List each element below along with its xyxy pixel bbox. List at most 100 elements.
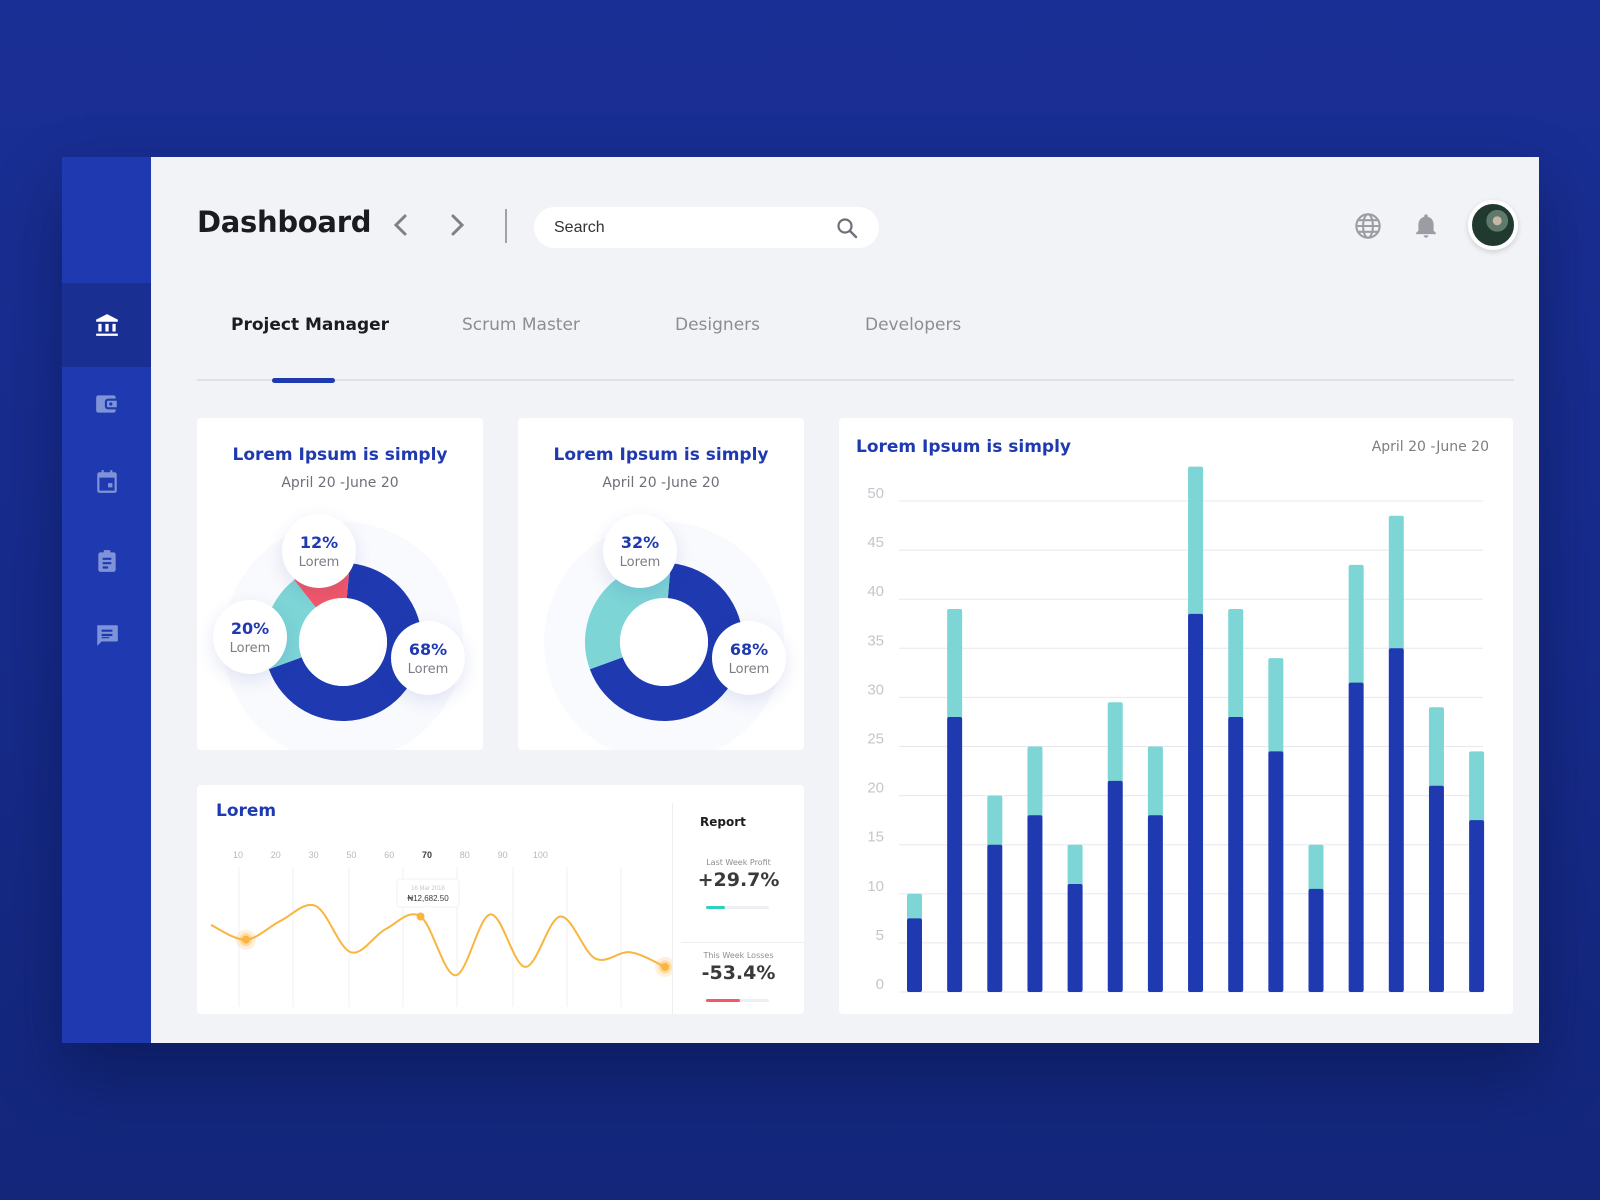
x-tick-label: 70 xyxy=(422,850,432,860)
x-tick-label: 80 xyxy=(460,850,470,860)
loss-progress-fill xyxy=(706,999,740,1002)
y-tick-label: 10 xyxy=(867,878,884,895)
bar-segment-top xyxy=(1388,515,1404,651)
bubble-percent: 68% xyxy=(408,639,448,659)
x-tick-label: 10 xyxy=(233,850,243,860)
report-title: Report xyxy=(700,815,746,829)
bar-segment-base xyxy=(987,844,1003,992)
donut-chart-1 xyxy=(223,522,463,750)
bubble-percent: 68% xyxy=(729,639,769,659)
x-tick-label: 30 xyxy=(309,850,319,860)
y-tick-label: 40 xyxy=(867,583,884,600)
bubble-percent: 20% xyxy=(230,618,270,638)
tab-bar: Project Manager Scrum Master Designers D… xyxy=(197,315,1514,383)
bubble-label: Lorem xyxy=(728,661,770,677)
x-tick-label: 100 xyxy=(533,850,548,860)
app-window: Dashboard Project Manager Scrum Master D… xyxy=(62,157,1539,1043)
search-box[interactable] xyxy=(534,207,879,248)
wallet-icon xyxy=(95,395,117,413)
bar-segment-top xyxy=(1308,844,1324,891)
bubble-percent: 12% xyxy=(299,532,339,552)
bar-segment-top xyxy=(947,609,963,720)
bar-segment-top xyxy=(1348,564,1364,685)
bell-icon[interactable] xyxy=(1412,212,1440,240)
bar-segment-base xyxy=(1308,888,1324,992)
header-divider xyxy=(505,209,507,243)
tooltip-value: ₦12,682.50 xyxy=(407,894,449,903)
bar-segment-top xyxy=(1188,466,1204,616)
y-tick-label: 20 xyxy=(867,780,884,797)
y-tick-label: 0 xyxy=(876,976,884,993)
profit-progress xyxy=(706,906,769,909)
tooltip-pointer xyxy=(423,907,431,911)
back-arrow-icon[interactable] xyxy=(389,211,413,239)
chart-tooltip: 16 Mar 2018 ₦12,682.50 xyxy=(396,878,460,911)
donut1-bubble-2: 20% Lorem xyxy=(213,600,287,674)
bar-segment-top xyxy=(1428,707,1444,788)
line-chart: 10 20 30 50 60 70 80 90 100 16 Mar 2018 ₦12,682.50 xyxy=(210,850,672,1007)
donut1-bubble-1: 12% Lorem xyxy=(282,514,356,588)
bubble-label: Lorem xyxy=(229,640,271,656)
bar-segment-base xyxy=(1107,780,1123,992)
bubble-label: Lorem xyxy=(298,554,340,570)
loss-label: This Week Losses xyxy=(703,951,774,960)
sidebar-item-chat[interactable] xyxy=(62,593,151,677)
y-tick-label: 45 xyxy=(867,534,884,551)
bar-segment-base xyxy=(1388,648,1404,992)
tab-designers[interactable]: Designers xyxy=(675,315,760,335)
calendar-icon xyxy=(96,470,117,493)
data-point[interactable] xyxy=(416,912,425,921)
line-series xyxy=(210,903,666,977)
tab-project-manager[interactable]: Project Manager xyxy=(231,315,389,335)
forward-arrow-icon[interactable] xyxy=(445,211,469,239)
x-tick-label: 90 xyxy=(498,850,508,860)
user-avatar[interactable] xyxy=(1468,200,1518,250)
donut2-bubble-1: 32% Lorem xyxy=(603,514,677,588)
sidebar-item-calendar[interactable] xyxy=(62,440,151,524)
report-panel: Report Last Week Profit +29.7% This Week… xyxy=(672,803,805,1014)
bar-segment-base xyxy=(907,918,922,992)
y-tick-label: 15 xyxy=(867,829,884,846)
sidebar-item-clipboard[interactable] xyxy=(62,519,151,603)
bar-segment-base xyxy=(1147,815,1163,992)
bar-segment-base xyxy=(1027,815,1043,992)
bar-segment-base xyxy=(1268,751,1284,992)
bank-icon xyxy=(95,314,118,336)
y-tick-label: 35 xyxy=(867,632,884,649)
search-input[interactable] xyxy=(554,218,835,237)
bar-segment-top xyxy=(1067,844,1083,886)
y-tick-label: 30 xyxy=(867,681,884,698)
bar-segment-base xyxy=(947,717,963,992)
bar-segment-top xyxy=(987,795,1003,847)
bar-segment-base xyxy=(1067,883,1083,992)
sidebar-item-wallet[interactable] xyxy=(62,362,151,446)
loss-value: -53.4% xyxy=(701,962,776,984)
profit-value: +29.7% xyxy=(697,869,780,891)
tab-scrum-master[interactable]: Scrum Master xyxy=(462,315,580,335)
bubble-label: Lorem xyxy=(619,554,661,570)
tab-developers[interactable]: Developers xyxy=(865,315,961,335)
profit-label: Last Week Profit xyxy=(706,858,771,867)
x-tick-label: 50 xyxy=(346,850,356,860)
bar-segment-top xyxy=(907,893,922,921)
bar-segment-base xyxy=(1228,717,1244,992)
sidebar xyxy=(62,157,151,1043)
bar-segment-top xyxy=(1107,702,1123,783)
profit-progress-fill xyxy=(706,906,725,909)
y-tick-label: 25 xyxy=(867,731,884,748)
clipboard-icon xyxy=(97,550,116,572)
data-point[interactable] xyxy=(661,962,669,971)
sidebar-item-bank[interactable] xyxy=(62,283,151,367)
x-tick-label: 20 xyxy=(271,850,281,860)
bar-segment-top xyxy=(1469,751,1485,823)
bar-segment-base xyxy=(1188,613,1204,992)
bar-segment-top xyxy=(1268,658,1284,754)
active-tab-indicator xyxy=(272,378,335,383)
donut2-bubble-2: 68% Lorem xyxy=(712,621,786,695)
globe-icon[interactable] xyxy=(1354,212,1382,240)
data-point[interactable] xyxy=(241,935,250,944)
bar-segment-base xyxy=(1428,785,1444,992)
bar-segment-base xyxy=(1469,820,1485,992)
search-icon[interactable] xyxy=(835,216,859,240)
donut-card-1: Lorem Ipsum is simply April 20 -June 20 … xyxy=(197,418,483,750)
